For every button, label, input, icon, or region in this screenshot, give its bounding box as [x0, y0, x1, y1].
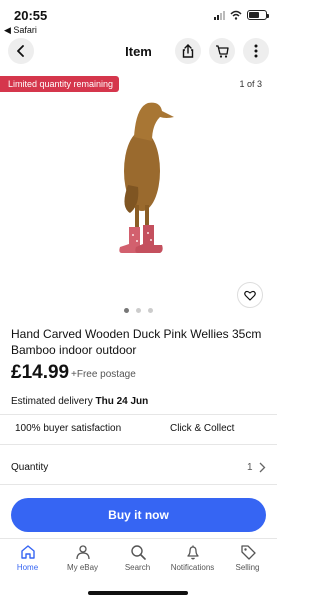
tab-label: Selling	[235, 563, 260, 572]
chevron-right-icon[interactable]	[259, 462, 266, 473]
more-options-button[interactable]	[243, 38, 269, 64]
divider	[0, 484, 277, 485]
signal-icon	[214, 10, 225, 20]
tab-label: Search	[124, 563, 151, 572]
more-vertical-icon	[254, 44, 258, 58]
bell-icon	[186, 545, 199, 560]
duck-head	[134, 102, 174, 141]
search-icon	[130, 545, 146, 560]
battery-icon	[247, 10, 269, 20]
image-pagination[interactable]	[0, 308, 277, 313]
pagination-dot[interactable]	[136, 308, 141, 313]
postage-info: +Free postage	[71, 369, 136, 380]
home-icon	[20, 545, 35, 559]
tab-label: My eBay	[66, 563, 99, 572]
tab-search[interactable]: Search	[110, 544, 165, 572]
item-title: Hand Carved Wooden Duck Pink Wellies 35c…	[11, 327, 262, 357]
delivery-estimate: Estimated delivery Thu 24 Jun	[11, 396, 148, 407]
back-to-app-link[interactable]: ◀ Safari	[4, 25, 37, 36]
click-collect-label: Click & Collect	[170, 423, 235, 434]
status-icons	[214, 10, 269, 20]
quantity-label: Quantity	[11, 462, 49, 473]
limited-quantity-badge: Limited quantity remaining	[0, 76, 120, 92]
person-icon	[75, 545, 90, 560]
pagination-dot[interactable]	[148, 308, 153, 313]
tab-label: Home	[16, 563, 39, 572]
image-counter: 1 of 3	[239, 79, 262, 89]
delivery-label: Estimated delivery	[11, 396, 93, 407]
share-button[interactable]	[175, 38, 201, 64]
buy-it-now-button[interactable]: Buy it now	[11, 498, 266, 532]
page-title: Item	[125, 44, 152, 59]
share-icon	[182, 44, 194, 58]
status-bar: 20:55 ◀ Safari	[0, 0, 277, 40]
buyer-satisfaction-label: 100% buyer satisfaction	[15, 423, 122, 434]
product-image[interactable]	[100, 95, 180, 275]
divider	[0, 414, 277, 415]
watch-button[interactable]	[237, 282, 263, 308]
home-indicator[interactable]	[88, 591, 188, 595]
tab-my-ebay[interactable]: My eBay	[55, 544, 110, 572]
item-price: £14.99	[11, 362, 70, 383]
status-time: 20:55	[14, 8, 48, 23]
tab-label: Notifications	[170, 563, 215, 572]
wifi-icon	[230, 10, 242, 20]
heart-icon	[244, 290, 256, 301]
cart-button[interactable]	[209, 38, 235, 64]
divider	[0, 444, 277, 445]
tab-home[interactable]: Home	[0, 544, 55, 572]
nav-bar: Item	[0, 38, 277, 68]
tab-selling[interactable]: Selling	[220, 544, 275, 572]
cart-icon	[216, 44, 229, 58]
delivery-date: Thu 24 Jun	[95, 396, 149, 407]
tab-notifications[interactable]: Notifications	[165, 544, 220, 572]
quantity-value[interactable]: 1	[247, 462, 253, 473]
pagination-dot[interactable]	[124, 308, 129, 313]
tag-icon	[240, 545, 256, 560]
